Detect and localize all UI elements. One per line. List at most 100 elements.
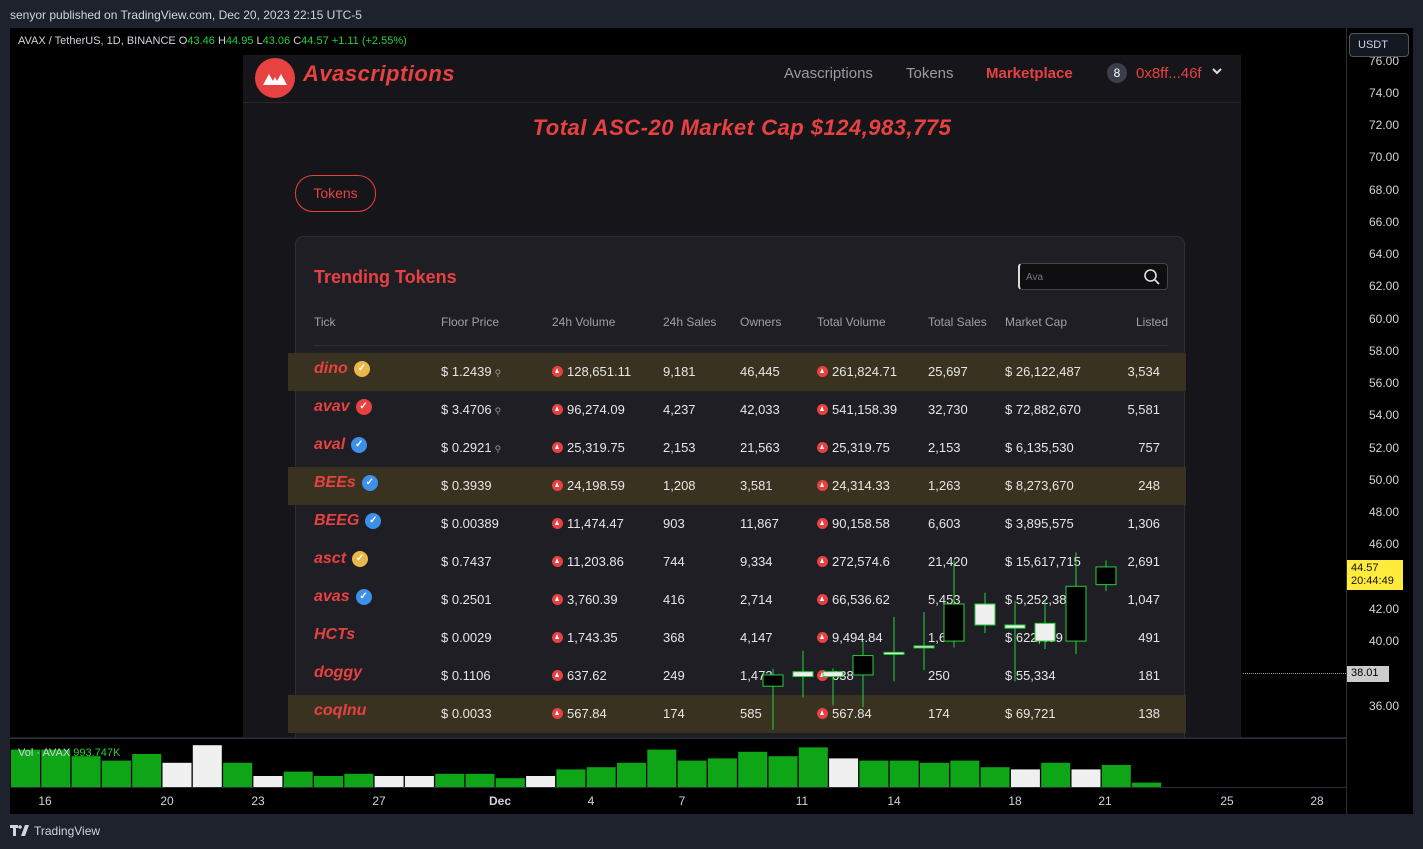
symbol-name[interactable]: AVAX / TetherUS, 1D, BINANCE — [18, 35, 176, 47]
col-24h-sales[interactable]: 24h Sales — [663, 315, 716, 329]
cell-floor: $ 0.7437 — [441, 554, 492, 569]
token-row[interactable]: avas $ 0.2501 3,760.39 416 2,714 66,536.62 5,4… — [288, 581, 1186, 619]
token-tick[interactable]: HCTs — [314, 626, 355, 644]
token-tick[interactable]: avas — [314, 588, 372, 606]
cell-mcap-value: $ 55,334 — [1005, 668, 1056, 683]
time-tick: Dec — [488, 794, 512, 808]
token-tick[interactable]: dino — [314, 360, 370, 378]
tokens-button[interactable]: Tokens — [295, 175, 376, 212]
col-tick[interactable]: Tick — [314, 315, 336, 329]
avax-icon — [817, 708, 828, 719]
cell-floor-value: $ 0.1106 — [441, 668, 491, 683]
token-tick[interactable]: doggy — [314, 664, 362, 682]
cell-sales24-value: 174 — [663, 706, 685, 721]
search-input[interactable] — [1026, 269, 1136, 285]
avax-icon — [552, 442, 563, 453]
col-market-cap[interactable]: Market Cap — [1005, 315, 1067, 329]
tradingview-brand[interactable]: TradingView — [10, 824, 100, 838]
token-row[interactable]: BEEG $ 0.00389 11,474.47 903 11,867 90,158.58… — [288, 505, 1186, 543]
site-logo-text[interactable]: Avascriptions — [303, 61, 455, 87]
nav-tokens[interactable]: Tokens — [906, 65, 954, 82]
cell-totalvol: 66,536.62 — [817, 592, 890, 607]
time-tick: 4 — [587, 794, 595, 808]
tradingview-logo-icon — [10, 825, 29, 836]
cell-totalvol: 272,574.6 — [817, 554, 890, 569]
cell-sales24: 744 — [663, 554, 685, 569]
search-box[interactable] — [1018, 263, 1168, 290]
col-24h-volume[interactable]: 24h Volume — [552, 315, 615, 329]
avax-icon — [552, 366, 563, 377]
cell-totalvol-value: 90,158.58 — [832, 516, 890, 531]
token-row[interactable]: dino $ 1.2439⚲ 128,651.11 9,181 46,445 261,82… — [288, 353, 1186, 391]
token-tick[interactable]: BEEG — [314, 512, 382, 530]
volume-pane[interactable] — [10, 738, 1346, 787]
token-row[interactable]: coqInu $ 0.0033 567.84 174 585 567.84 174 $ 69,… — [288, 695, 1186, 733]
avax-icon — [552, 518, 563, 529]
tradingview-screenshot: senyor published on TradingView.com, Dec… — [0, 0, 1423, 849]
search-icon[interactable] — [1143, 268, 1161, 286]
token-row[interactable]: asct $ 0.7437 11,203.86 744 9,334 272,574.6 21… — [288, 543, 1186, 581]
price-tick: 40.00 — [1368, 634, 1399, 649]
nav-marketplace[interactable]: Marketplace — [986, 65, 1073, 82]
col-owners[interactable]: Owners — [740, 315, 781, 329]
cell-totalsales: 21,420 — [928, 554, 968, 569]
cell-floor-value: $ 0.0033 — [441, 706, 492, 721]
cell-mcap: $ 26,122,487 — [1005, 364, 1081, 379]
cell-owners: 11,867 — [740, 516, 779, 531]
cell-vol24-value: 3,760.39 — [567, 592, 618, 607]
cell-sales24-value: 368 — [663, 630, 685, 645]
cell-owners: 1,472 — [740, 668, 773, 683]
token-tick[interactable]: BEEs — [314, 474, 378, 492]
token-tick[interactable]: avav — [314, 398, 372, 416]
token-row[interactable]: avav $ 3.4706⚲ 96,274.09 4,237 42,033 541,158… — [288, 391, 1186, 429]
price-tick: 58.00 — [1368, 343, 1399, 358]
token-tick[interactable]: coqInu — [314, 702, 366, 720]
col-total-volume[interactable]: Total Volume — [817, 315, 886, 329]
cell-vol24: 567.84 — [552, 706, 607, 721]
cell-mcap-value: $ 622,459 — [1005, 630, 1063, 645]
token-row[interactable]: HCTs $ 0.0029 1,743.35 368 4,147 9,494.84 1,6 $… — [288, 619, 1186, 657]
token-tick-label: avav — [314, 398, 350, 415]
currency-button[interactable]: USDT — [1349, 33, 1409, 57]
token-tick[interactable]: aval — [314, 436, 368, 454]
volume-value: 993.747K — [73, 747, 121, 759]
last-price-label: 44.57 20:44:49 — [1347, 560, 1403, 590]
col-listed[interactable]: Listed — [1136, 315, 1168, 329]
cell-sales24: 1,208 — [663, 478, 696, 493]
price-tick: 74.00 — [1368, 86, 1399, 100]
cell-floor: $ 0.2921 ⚲ — [441, 440, 501, 455]
cell-owners-value: 46,445 — [740, 364, 780, 379]
cell-owners: 42,033 — [740, 402, 780, 417]
chevron-down-icon[interactable] — [1211, 65, 1223, 80]
cell-sales24-value: 416 — [663, 592, 685, 607]
col-floor-price[interactable]: Floor Price — [441, 315, 499, 329]
cell-mcap: $ 622,459 — [1005, 630, 1063, 645]
time-tick: 20 — [160, 794, 174, 808]
cell-vol24: 1,743.35 — [552, 630, 618, 645]
cell-totalsales-value: 1,6 — [928, 630, 947, 645]
cell-vol24-value: 11,474.47 — [567, 516, 624, 531]
wallet-address[interactable]: 0x8ff...46f — [1136, 65, 1202, 82]
cell-sales24: 4,237 — [663, 402, 696, 417]
token-row[interactable]: BEEs $ 0.3939 24,198.59 1,208 3,581 24,314.33… — [288, 467, 1186, 505]
token-row[interactable]: doggy $ 0.1106 637.62 249 1,472 638 250 $ 55,33… — [288, 657, 1186, 695]
cell-mcap-value: $ 8,273,670 — [1005, 478, 1074, 493]
cell-totalvol: 90,158.58 — [817, 516, 890, 531]
time-axis[interactable]: 16 20 23 27 Dec 4 7 11 14 18 21 25 28 — [10, 787, 1346, 814]
nav-avascriptions[interactable]: Avascriptions — [784, 65, 873, 82]
col-total-sales[interactable]: Total Sales — [928, 315, 987, 329]
cell-owners: 21,563 — [740, 440, 780, 455]
token-tick[interactable]: asct — [314, 550, 369, 568]
avax-icon — [817, 366, 828, 377]
cell-totalsales-value: 25,697 — [928, 364, 968, 379]
token-row[interactable]: aval $ 0.2921⚲ 25,319.75 2,153 21,563 25,319.… — [288, 429, 1186, 467]
cell-totalvol-value: 638 — [832, 668, 854, 683]
wallet-count-badge: 8 — [1107, 63, 1127, 83]
time-tick: 11 — [795, 794, 809, 808]
cell-vol24-value: 11,203.86 — [567, 554, 624, 569]
token-tick-label: avas — [314, 588, 350, 605]
avax-icon — [552, 404, 563, 415]
cell-floor: $ 0.0029 — [441, 630, 492, 645]
price-scale[interactable]: 76.00 74.00 72.00 70.00 68.00 66.00 64.00 62.00… — [1346, 28, 1413, 814]
avascriptions-logo-icon[interactable] — [255, 58, 295, 98]
